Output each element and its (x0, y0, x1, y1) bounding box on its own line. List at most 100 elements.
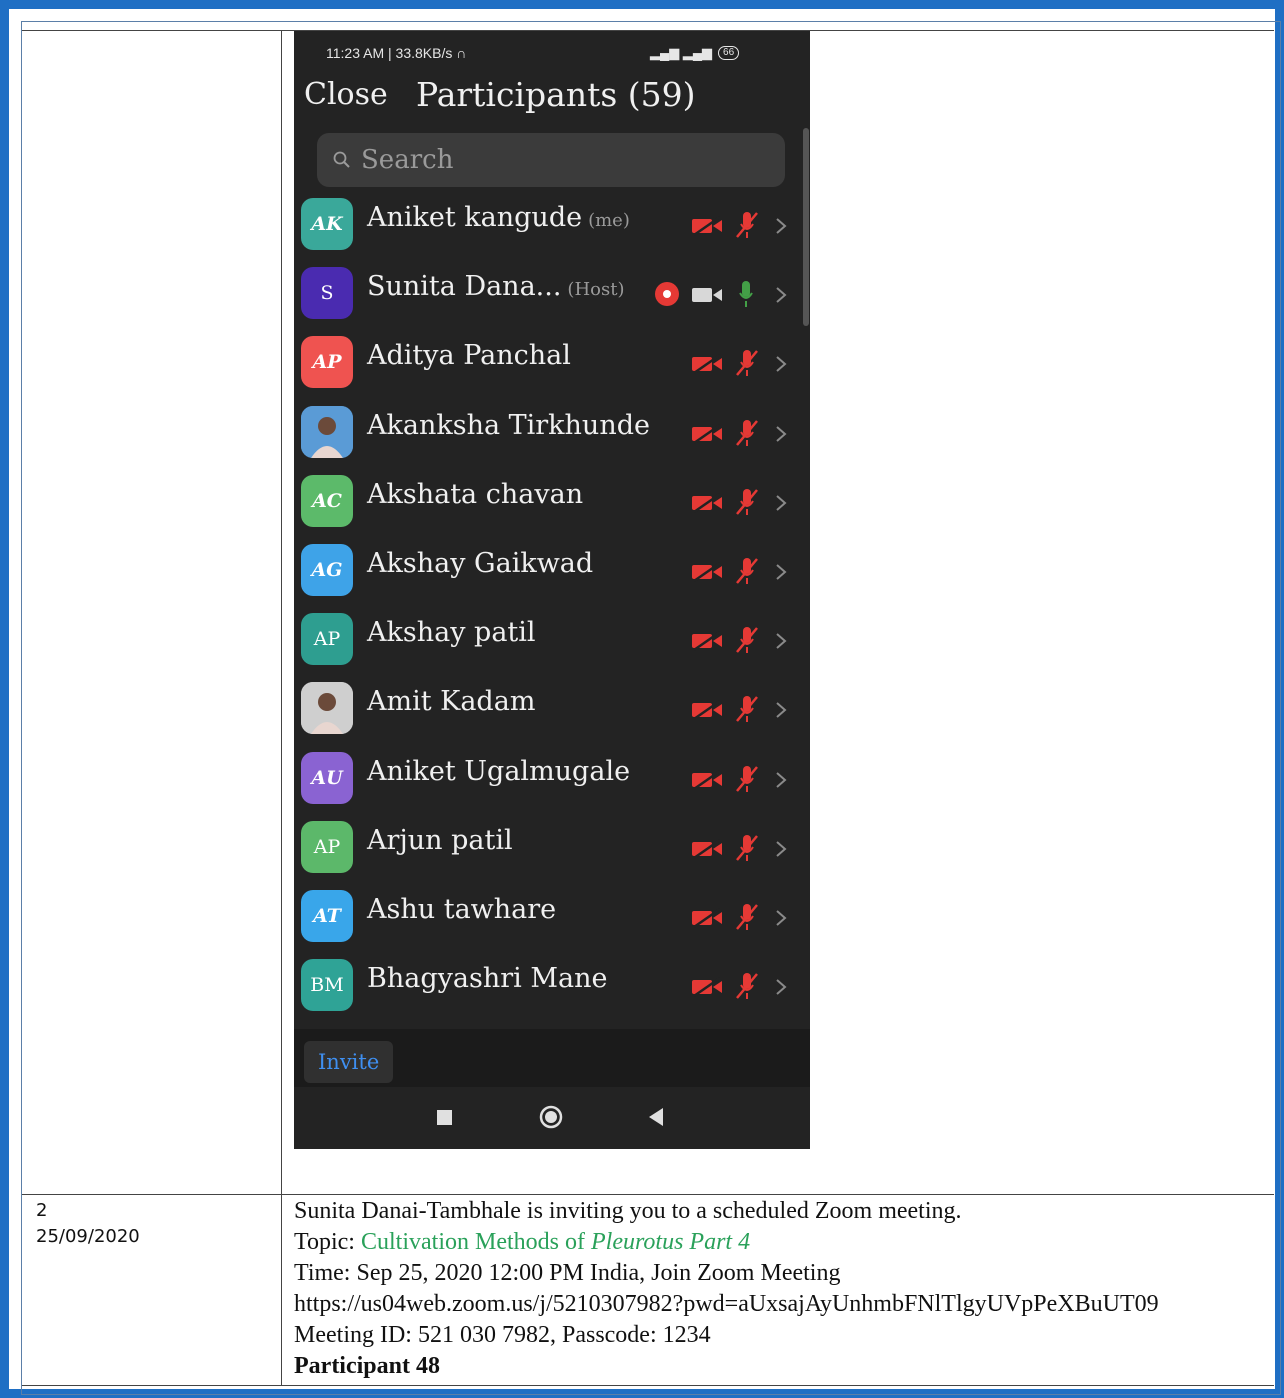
chevron-right-icon[interactable] (774, 424, 788, 444)
participant-row[interactable]: AP Aditya Panchal (294, 328, 810, 397)
participant-status-icons (690, 625, 800, 655)
participant-status-icons (690, 694, 800, 724)
topic-line: Topic: Cultivation Methods of Pleurotus … (294, 1229, 751, 1255)
participant-row[interactable]: BM Bhagyashri Mane (294, 951, 810, 1020)
participant-count: Participant 48 (294, 1353, 440, 1379)
chevron-right-icon[interactable] (774, 839, 788, 859)
participant-row[interactable]: AG Akshay Gaikwad (294, 536, 810, 605)
home-button[interactable] (545, 1111, 557, 1123)
participant-name: Aniket kangude (me) (367, 202, 630, 233)
chevron-right-icon[interactable] (774, 631, 788, 651)
mic-off-icon (736, 904, 758, 930)
mic-off-icon (736, 558, 758, 584)
chevron-right-icon[interactable] (774, 977, 788, 997)
video-off-icon (692, 492, 722, 513)
video-off-icon (692, 631, 722, 652)
signal-icon: ▂▄▆ ▂▄▆ (650, 45, 713, 60)
participant-status-icons (690, 487, 800, 517)
avatar: S (301, 267, 353, 320)
participant-status-icons (690, 556, 800, 586)
mic-off-icon (736, 834, 758, 861)
search-input[interactable]: Search (317, 133, 785, 187)
video-off-icon (692, 908, 722, 928)
video-on-icon (692, 288, 722, 303)
avatar: AG (301, 544, 353, 596)
video-off-icon (692, 769, 722, 790)
nav-buttons (437, 1105, 663, 1129)
mic-off-icon (736, 627, 758, 654)
mic-off-icon (736, 973, 758, 1000)
video-off-icon (692, 977, 722, 998)
video-off-icon (692, 423, 722, 444)
chevron-right-icon[interactable] (774, 562, 788, 582)
chevron-right-icon[interactable] (774, 216, 788, 236)
avatar: AT (301, 890, 353, 942)
entry-date: 25/09/2020 (36, 1226, 140, 1247)
column-divider (281, 30, 282, 1385)
participant-row[interactable]: Akanksha Tirkhunde (294, 398, 810, 467)
participant-status-icons (690, 902, 800, 932)
chevron-right-icon[interactable] (774, 493, 788, 513)
time-line: Time: Sep 25, 2020 12:00 PM India, Join … (294, 1260, 841, 1286)
mic-off-icon (736, 419, 758, 446)
participant-name: Akshata chavan (367, 478, 584, 510)
back-button[interactable] (649, 1108, 663, 1126)
participant-tag: (Host) (567, 279, 625, 301)
table-bottom-line (22, 1385, 1274, 1386)
avatar (301, 682, 353, 735)
participant-row[interactable]: AK Aniket kangude (me) (294, 190, 810, 259)
participant-status-icons (690, 764, 800, 794)
participant-row[interactable]: AC Akshata chavan (294, 467, 810, 536)
participant-row[interactable]: AP Arjun patil (294, 813, 810, 882)
participants-title: Participants (59) (416, 75, 696, 114)
participant-row[interactable]: AU Aniket Ugalmugale (294, 744, 810, 813)
avatar: BM (301, 959, 353, 1012)
participant-status-icons (690, 833, 800, 863)
mic-off-icon (736, 350, 758, 377)
participant-name: Bhagyashri Mane (367, 963, 608, 995)
mic-off-icon (736, 765, 758, 792)
invite-button[interactable]: Invite (304, 1041, 394, 1083)
participant-name: Aniket Ugalmugale (367, 755, 631, 787)
participant-status-icons (690, 971, 800, 1001)
avatar: AP (301, 336, 353, 389)
chevron-right-icon[interactable] (774, 770, 788, 790)
chevron-right-icon[interactable] (774, 908, 788, 928)
video-off-icon (692, 562, 722, 582)
participant-name: Arjun patil (367, 824, 513, 856)
avatar-photo (301, 682, 353, 735)
participant-name: Akshay patil (367, 617, 536, 649)
topic-italic: Pleurotus Part 4 (590, 1229, 751, 1255)
status-bar-right: ▂▄▆ ▂▄▆ 66 (650, 45, 740, 61)
participant-name: Ashu tawhare (367, 894, 557, 925)
chevron-right-icon[interactable] (774, 285, 788, 305)
mic-on-icon (739, 281, 753, 308)
participant-row[interactable]: S Sunita Dana... (Host) (294, 259, 810, 328)
participant-name: Aditya Panchal (367, 340, 571, 372)
participant-row[interactable]: Amit Kadam (294, 674, 810, 743)
row-divider (22, 1194, 1274, 1195)
participant-row[interactable]: AP Akshay patil (294, 605, 810, 674)
participant-status-icons (690, 348, 800, 378)
invite-text: Sunita Danai-Tambhale is inviting you to… (294, 1198, 962, 1224)
participant-status-icons (690, 418, 800, 448)
participant-name: Sunita Dana... (Host) (367, 271, 625, 303)
participant-name: Akanksha Tirkhunde (367, 409, 650, 441)
participant-name: Amit Kadam (367, 686, 536, 718)
entry-number: 2 (36, 1200, 48, 1221)
close-button[interactable]: Close (304, 77, 388, 112)
meeting-id-line: Meeting ID: 521 030 7982, Passcode: 1234 (294, 1322, 711, 1348)
avatar: AK (301, 198, 353, 250)
participant-row[interactable]: AT Ashu tawhare (294, 882, 810, 951)
android-nav-bar (294, 1087, 810, 1149)
chevron-right-icon[interactable] (774, 700, 788, 720)
status-bar-left: 11:23 AM | 33.8KB/s ∩ (326, 45, 467, 61)
chevron-right-icon[interactable] (774, 354, 788, 374)
recents-button[interactable] (437, 1110, 452, 1125)
battery-icon: 66 (718, 46, 740, 60)
search-icon (333, 151, 350, 168)
mic-off-icon (736, 696, 758, 723)
avatar: AC (301, 474, 353, 527)
meeting-link[interactable]: https://us04web.zoom.us/j/5210307982?pwd… (294, 1289, 1270, 1320)
video-off-icon (692, 838, 722, 859)
